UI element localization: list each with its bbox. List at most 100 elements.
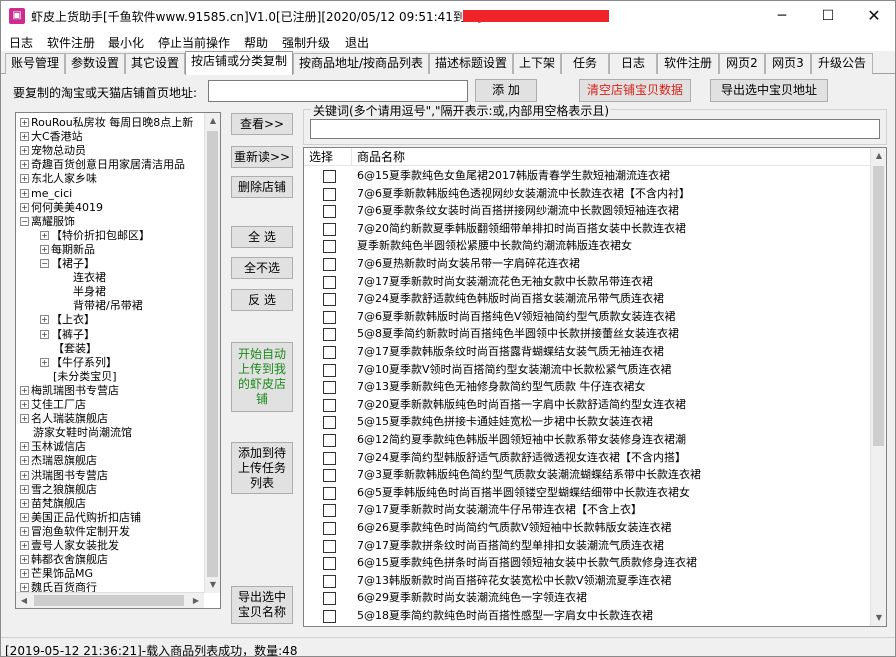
row-checkbox[interactable]: [323, 574, 336, 588]
expand-icon[interactable]: +: [20, 512, 29, 522]
list-row[interactable]: 6@15夏季款纯色拼条时尚百搭圆领短袖女装中长款气质款修身连衣裙: [304, 554, 870, 572]
tree-item[interactable]: + 宠物总动员: [20, 144, 86, 158]
scroll-down-icon[interactable]: ▼: [205, 577, 220, 593]
list-row[interactable]: 7@17夏季款拼条纹时尚百搭简约型单排扣女装潮流气质连衣裙: [304, 537, 870, 555]
tree-horizontal-scrollbar[interactable]: ◀ ▶: [16, 592, 204, 608]
tree-item[interactable]: + 杰瑞恩旗舰店: [20, 454, 97, 468]
expand-icon[interactable]: +: [20, 442, 29, 452]
tree-item[interactable]: + 洪瑞图书专营店: [20, 469, 108, 483]
tab-register[interactable]: 软件注册: [657, 53, 719, 74]
row-checkbox[interactable]: [323, 522, 336, 535]
tree-item[interactable]: + 何何美美4019: [20, 201, 103, 215]
tree-item[interactable]: [未分类宝贝]: [40, 370, 117, 384]
expand-icon[interactable]: +: [20, 146, 29, 156]
row-checkbox[interactable]: [323, 363, 336, 377]
expand-icon[interactable]: +: [20, 385, 29, 395]
scroll-thumb[interactable]: [207, 131, 218, 577]
tree-item[interactable]: + 美国正品代购折扣店铺: [20, 511, 141, 525]
list-row[interactable]: 6@12简约夏季款纯色韩版半圆领短袖中长款系带女装修身连衣裙潮: [304, 431, 870, 449]
add-shop-button[interactable]: 添 加: [475, 79, 537, 102]
row-checkbox[interactable]: [323, 451, 336, 465]
export-selected-urls-button[interactable]: 导出选中宝贝地址: [710, 79, 828, 102]
list-row[interactable]: 夏季新款纯色半圆领松紧腰中长款简约潮流韩版连衣裙女: [304, 237, 870, 255]
tree-item[interactable]: + 【牛仔系列】: [40, 356, 117, 370]
row-checkbox[interactable]: [323, 293, 336, 307]
tree-item[interactable]: + 名人瑞装旗舰店: [20, 412, 108, 426]
shop-category-tree[interactable]: + RouRou私房妆 每周日晚8点上新 + 大C香港站 + 宠物总动员 + 奇趣百货创意日用…: [15, 112, 221, 609]
list-row[interactable]: 7@6夏季款条纹女装时尚百搭拼接网纱潮流中长款圆领短袖连衣裙: [304, 202, 870, 220]
scroll-thumb[interactable]: [34, 595, 184, 606]
tree-item[interactable]: − 离耀服饰: [20, 215, 75, 229]
tree-item[interactable]: + 苗梵旗舰店: [20, 497, 86, 511]
row-checkbox[interactable]: [323, 539, 336, 553]
tree-item[interactable]: + 【裤子】: [40, 328, 95, 342]
list-row[interactable]: 7@24夏季简约型韩版舒适气质款舒适微透视女连衣裙【不含内搭】: [304, 449, 870, 467]
tree-item[interactable]: + 艾佳工厂店: [20, 398, 86, 412]
invert-selection-button[interactable]: 反 选: [231, 289, 293, 311]
collapse-icon[interactable]: −: [40, 259, 49, 268]
row-checkbox[interactable]: [323, 240, 336, 254]
tree-item[interactable]: + 壹号人家女装批发: [20, 539, 119, 553]
expand-icon[interactable]: +: [20, 174, 29, 184]
expand-icon[interactable]: +: [40, 357, 49, 367]
tree-item[interactable]: + 冒泡鱼软件定制开发: [20, 525, 130, 539]
expand-icon[interactable]: +: [20, 484, 29, 494]
tab-params[interactable]: 参数设置: [65, 53, 125, 74]
deselect-all-button[interactable]: 全不选: [231, 257, 293, 279]
row-checkbox[interactable]: [323, 398, 336, 412]
expand-icon[interactable]: +: [20, 202, 29, 212]
tree-item[interactable]: 游家女鞋时尚潮流馆: [20, 426, 132, 440]
list-row[interactable]: 7@20简约新款夏季韩版翻领细带单排扣时尚百搭女装中长款连衣裙: [304, 220, 870, 238]
tree-item[interactable]: 【套装】: [40, 342, 97, 356]
menu-exit[interactable]: 退出: [345, 34, 369, 51]
tree-vertical-scrollbar[interactable]: ▲ ▼: [204, 113, 220, 593]
list-row[interactable]: 7@17夏季新款时尚女装潮流花色无袖女款中长款吊带连衣裙: [304, 273, 870, 291]
list-row[interactable]: 7@13夏季新款纯色无袖修身款简约型气质款 牛仔连衣裙女: [304, 378, 870, 396]
expand-icon[interactable]: +: [20, 160, 29, 170]
view-button[interactable]: 查看>>: [231, 113, 293, 135]
expand-icon[interactable]: +: [20, 118, 29, 127]
add-to-upload-list-button[interactable]: 添加到待上传任务列表: [231, 442, 293, 494]
tab-other-settings[interactable]: 其它设置: [125, 53, 185, 74]
scroll-left-icon[interactable]: ◀: [16, 593, 32, 608]
start-auto-upload-button[interactable]: 开始自动上传到我的虾皮店铺: [231, 342, 293, 412]
tree-item[interactable]: + 韩都衣舍旗舰店: [20, 553, 108, 567]
tab-account[interactable]: 账号管理: [5, 53, 65, 74]
tree-item[interactable]: + me_cici: [20, 187, 72, 201]
list-row[interactable]: 7@10夏季款V领时尚百搭简约型女装潮流中长款松紧气质连衣裙: [304, 361, 870, 379]
scroll-up-icon[interactable]: ▲: [871, 148, 886, 164]
expand-icon[interactable]: +: [20, 541, 29, 550]
menu-minimize[interactable]: 最小化: [108, 34, 144, 51]
row-checkbox[interactable]: [323, 592, 336, 606]
menu-log[interactable]: 日志: [9, 34, 33, 51]
shop-url-input[interactable]: [208, 80, 468, 102]
row-checkbox[interactable]: [323, 486, 336, 500]
export-selected-names-button[interactable]: 导出选中宝贝名称: [231, 586, 293, 624]
tab-tasks[interactable]: 任务: [561, 53, 609, 74]
list-row[interactable]: 7@17夏季款韩版条纹时尚百搭露背蝴蝶结女装气质无袖连衣裙: [304, 343, 870, 361]
row-checkbox[interactable]: [323, 469, 336, 483]
list-row[interactable]: 6@29夏季新款时尚女装潮流纯色一字领连衣裙: [304, 589, 870, 607]
tab-log[interactable]: 日志: [609, 53, 657, 74]
product-list[interactable]: 选择 商品名称 6@15夏季款纯色女鱼尾裙2017韩版青春学生款短袖潮流连衣裙 7…: [303, 147, 887, 627]
list-row[interactable]: 7@20夏季新款韩版纯色时尚百搭一字肩中长款舒适简约型女连衣裙: [304, 396, 870, 414]
list-row[interactable]: 5@15夏季款纯色拼接卡通娃娃宽松一步裙中长款女装连衣裙: [304, 413, 870, 431]
list-row[interactable]: 5@18夏季简约款纯色时尚百搭性感型一字肩女中长款连衣裙: [304, 607, 870, 625]
tree-item[interactable]: + 每期新品: [40, 243, 95, 257]
delete-shop-button[interactable]: 删除店铺: [231, 176, 293, 198]
list-row[interactable]: 7@6夏季新款韩版时尚百搭纯色V领短袖简约型气质款女装连衣裙: [304, 308, 870, 326]
expand-icon[interactable]: +: [20, 470, 29, 480]
tab-desc-title[interactable]: 描述标题设置: [429, 53, 513, 74]
tree-item[interactable]: + 雪之狼旗舰店: [20, 483, 97, 497]
scroll-up-icon[interactable]: ▲: [205, 113, 220, 129]
list-row[interactable]: 6@26夏季款纯色时尚简约气质款V领短袖中长款韩版女装连衣裙: [304, 519, 870, 537]
scroll-down-icon[interactable]: ▼: [871, 610, 886, 626]
row-checkbox[interactable]: [323, 170, 336, 183]
tree-item[interactable]: + 芒果饰品MG: [20, 567, 93, 581]
minimize-icon[interactable]: ─: [759, 1, 805, 31]
tree-item[interactable]: + 东北人家乡味: [20, 172, 97, 186]
select-all-button[interactable]: 全 选: [231, 226, 293, 248]
expand-icon[interactable]: +: [20, 188, 29, 198]
expand-icon[interactable]: +: [40, 315, 49, 325]
tree-item[interactable]: − 【裙子】: [40, 257, 95, 271]
